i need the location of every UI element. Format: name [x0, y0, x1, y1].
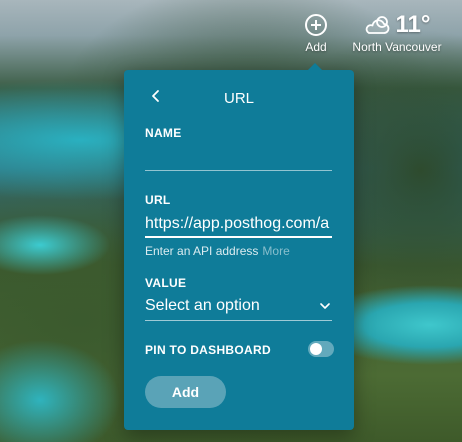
url-input[interactable]	[145, 212, 332, 238]
temperature: 11°	[395, 11, 431, 38]
value-selected: Select an option	[145, 297, 260, 314]
cloud-sun-icon	[365, 16, 389, 34]
add-widget[interactable]: Add	[300, 14, 332, 54]
city-name: North Vancouver	[352, 40, 442, 54]
name-label: NAME	[145, 126, 182, 140]
url-hint: Enter an API address More	[145, 244, 290, 258]
value-select[interactable]: Select an option	[145, 294, 332, 321]
add-url-popover: URL NAME URL Enter an API addressMore VA…	[124, 63, 354, 430]
url-label: URL	[145, 193, 171, 207]
url-hint-text: Enter an API address	[145, 244, 259, 258]
weather-widget[interactable]: 11° North Vancouver	[344, 11, 450, 55]
pin-toggle[interactable]	[308, 341, 334, 357]
popover-title: URL	[223, 90, 254, 107]
chevron-down-icon	[320, 303, 330, 309]
more-link[interactable]: More	[262, 244, 289, 258]
name-input[interactable]	[145, 146, 332, 171]
toggle-knob	[310, 343, 322, 355]
value-label: VALUE	[145, 276, 187, 290]
plus-circle-icon[interactable]	[305, 14, 327, 36]
add-button[interactable]: Add	[145, 376, 226, 408]
add-label: Add	[305, 40, 327, 54]
pin-label: PIN TO DASHBOARD	[145, 343, 271, 357]
